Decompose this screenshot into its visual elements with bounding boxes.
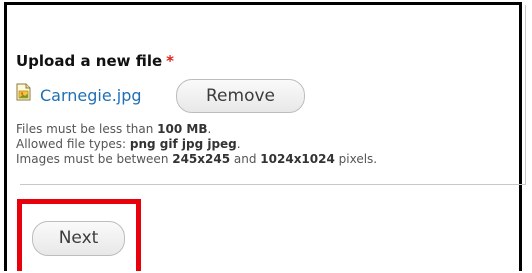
- desc-dims-and: and: [230, 152, 261, 166]
- description-size: Files must be less than 100 MB.: [16, 122, 211, 136]
- description-dimensions: Images must be between 245x245 and 1024x…: [16, 152, 377, 166]
- remove-button[interactable]: Remove: [176, 79, 305, 113]
- desc-size-suffix: .: [207, 122, 212, 136]
- desc-dims-prefix: Images must be between: [16, 152, 173, 166]
- description-types: Allowed file types: png gif jpg jpeg.: [16, 137, 241, 151]
- desc-size-value: 100 MB: [157, 122, 208, 136]
- image-file-icon: [16, 83, 31, 101]
- desc-types-prefix: Allowed file types:: [16, 137, 130, 151]
- next-button[interactable]: Next: [32, 221, 125, 256]
- required-marker: *: [166, 52, 175, 70]
- desc-size-prefix: Files must be less than: [16, 122, 158, 136]
- desc-types-suffix: .: [236, 137, 241, 151]
- field-label-text: Upload a new file: [16, 52, 163, 70]
- field-label: Upload a new file *: [16, 52, 174, 70]
- desc-dims-min: 245x245: [172, 152, 231, 166]
- uploaded-file-link[interactable]: Carnegie.jpg: [40, 86, 142, 105]
- desc-dims-max: 1024x1024: [260, 152, 335, 166]
- desc-types-value: png gif jpg jpeg: [129, 137, 237, 151]
- desc-dims-suffix: pixels.: [334, 152, 378, 166]
